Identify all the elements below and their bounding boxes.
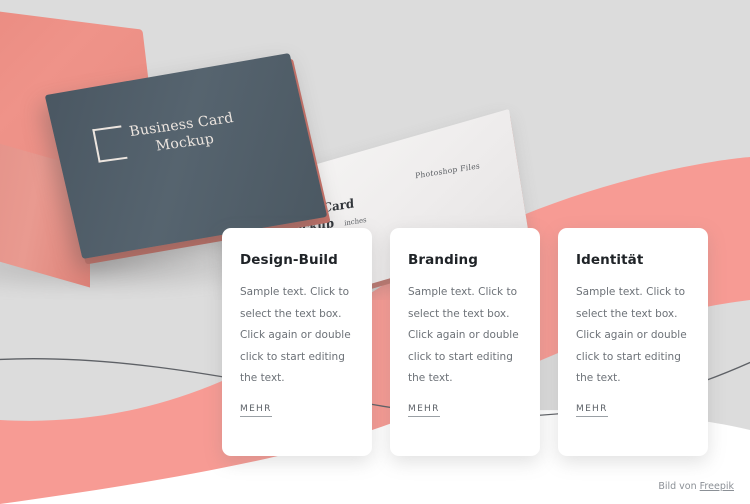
page-root: Business Card Mockup inches Photoshop Fi…	[0, 0, 750, 504]
feature-card-branding[interactable]: Branding Sample text. Click to select th…	[390, 228, 540, 456]
feature-card-design-build[interactable]: Design-Build Sample text. Click to selec…	[222, 228, 372, 456]
feature-card-body: Sample text. Click to select the text bo…	[240, 286, 351, 385]
feature-card-more-link[interactable]: MEHR	[408, 404, 440, 417]
feature-cards-row: Design-Build Sample text. Click to selec…	[222, 228, 708, 456]
feature-card-identitaet[interactable]: Identität Sample text. Click to select t…	[558, 228, 708, 456]
dark-card-title: Business Card Mockup	[128, 109, 239, 159]
square-outline-logo-icon	[92, 125, 128, 164]
feature-card-title: Branding	[408, 252, 479, 268]
feature-card-title: Design-Build	[240, 252, 338, 268]
attribution-link[interactable]: Freepik	[700, 481, 734, 492]
feature-card-more-link[interactable]: MEHR	[240, 404, 272, 417]
feature-card-more-link[interactable]: MEHR	[576, 404, 608, 417]
feature-card-title: Identität	[576, 252, 644, 268]
dark-card-content: Business Card Mockup	[92, 102, 288, 164]
attribution-prefix: Bild von	[658, 481, 700, 492]
feature-card-body: Sample text. Click to select the text bo…	[576, 286, 687, 385]
white-card-files-note: Photoshop Files	[415, 161, 481, 181]
image-attribution: Bild von Freepik	[658, 481, 734, 492]
feature-card-body: Sample text. Click to select the text bo…	[408, 286, 519, 385]
